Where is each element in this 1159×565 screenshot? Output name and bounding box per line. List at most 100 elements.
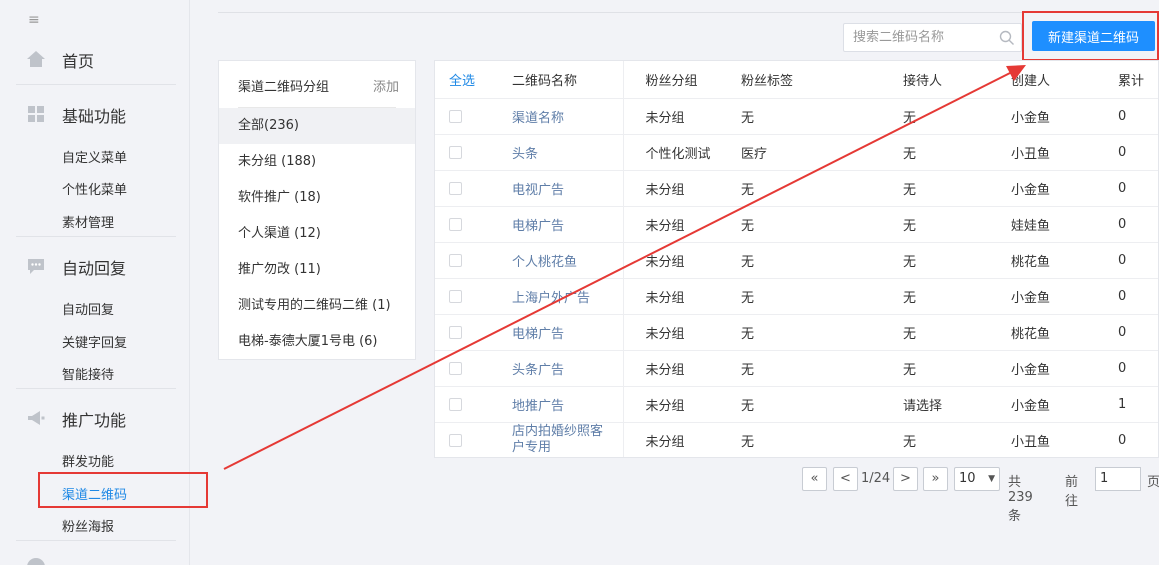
search-box[interactable] xyxy=(843,23,1022,52)
cell-name[interactable]: 上海户外广告 xyxy=(498,278,624,315)
cell-cumulative: 0 xyxy=(1108,206,1158,243)
cell-receptionist: 无 xyxy=(893,422,1001,457)
qrcode-name-link[interactable]: 地推广告 xyxy=(512,399,564,414)
row-checkbox[interactable] xyxy=(449,253,462,267)
group-item[interactable]: 推广勿改 (11) xyxy=(219,252,415,288)
row-checkbox-cell xyxy=(435,170,498,207)
sidebar-item-personal-menu[interactable]: 个性化菜单 xyxy=(62,179,127,198)
group-item[interactable]: 电梯-泰德大厦1号电 (6) xyxy=(219,324,415,360)
row-checkbox[interactable] xyxy=(449,109,462,123)
search-input[interactable] xyxy=(844,24,994,51)
cell-name[interactable]: 电梯广告 xyxy=(498,206,624,243)
row-checkbox[interactable] xyxy=(449,145,462,159)
cell-fan-group: 未分组 xyxy=(623,98,731,135)
page-size-value: 10 xyxy=(959,471,976,486)
search-icon[interactable] xyxy=(999,30,1015,46)
new-channel-qrcode-button[interactable]: 新建渠道二维码 xyxy=(1032,21,1155,51)
qrcode-name-link[interactable]: 电视广告 xyxy=(512,183,564,198)
row-checkbox[interactable] xyxy=(449,217,462,231)
group-item[interactable]: 个人渠道 (12) xyxy=(219,216,415,252)
sidebar-item-keyword-reply[interactable]: 关键字回复 xyxy=(62,332,127,351)
group-item[interactable]: 软件推广 (18) xyxy=(219,180,415,216)
qrcode-name-link[interactable]: 渠道名称 xyxy=(512,111,564,126)
prev-page-button[interactable]: < xyxy=(833,467,858,491)
next-page-button[interactable]: > xyxy=(893,467,918,491)
column-header-receptionist: 接待人 xyxy=(893,61,1001,99)
cell-receptionist: 无 xyxy=(893,134,1001,171)
add-group-link[interactable]: 添加 xyxy=(373,76,399,95)
table-row: 店内拍婚纱照客户专用 未分组无无小丑鱼 0 xyxy=(435,422,1158,457)
cell-cumulative: 0 xyxy=(1108,98,1158,135)
cell-receptionist: 请选择 xyxy=(893,386,1001,423)
cell-cumulative: 1 xyxy=(1108,386,1158,423)
cell-name[interactable]: 头条 xyxy=(498,134,624,171)
table-row: 上海户外广告 未分组无无小金鱼 0 xyxy=(435,278,1158,315)
cell-cumulative: 0 xyxy=(1108,170,1158,207)
cell-name[interactable]: 渠道名称 xyxy=(498,98,624,135)
divider xyxy=(16,388,176,389)
sidebar-item-custom-menu[interactable]: 自定义菜单 xyxy=(62,147,127,166)
cell-fan-tag: 无 xyxy=(731,278,893,315)
annotation-highlight-box xyxy=(38,472,208,508)
sidebar-section-promotion[interactable]: 推广功能 xyxy=(0,403,190,433)
row-checkbox-cell xyxy=(435,314,498,351)
qrcode-name-link[interactable]: 电梯广告 xyxy=(512,219,564,234)
cell-name[interactable]: 地推广告 xyxy=(498,386,624,423)
row-checkbox-cell xyxy=(435,134,498,171)
cell-name[interactable]: 头条广告 xyxy=(498,350,624,387)
page-size-select[interactable]: 10 ▼ xyxy=(954,467,1000,491)
row-checkbox[interactable] xyxy=(449,325,462,339)
sidebar-section-auto-reply[interactable]: 自动回复 xyxy=(0,251,190,281)
row-checkbox-cell xyxy=(435,242,498,279)
cell-name[interactable]: 店内拍婚纱照客户专用 xyxy=(498,422,624,457)
select-all-link[interactable]: 全选 xyxy=(435,61,498,99)
qrcode-name-link[interactable]: 个人桃花鱼 xyxy=(512,255,577,270)
table-row: 渠道名称 未分组无无小金鱼 0 xyxy=(435,98,1158,135)
cell-fan-group: 未分组 xyxy=(623,314,731,351)
goto-page-input[interactable]: 1 xyxy=(1095,467,1141,491)
sidebar-item-smart-reception[interactable]: 智能接待 xyxy=(62,364,114,383)
cell-name[interactable]: 电视广告 xyxy=(498,170,624,207)
qrcode-table-grid: 全选 二维码名称 粉丝分组 粉丝标签 接待人 创建人 累计 渠道名称 未分组无无小… xyxy=(435,61,1158,457)
qrcode-group-panel: 渠道二维码分组 添加 全部(236) 未分组 (188) 软件推广 (18) 个… xyxy=(218,60,416,360)
sidebar-item-auto-reply[interactable]: 自动回复 xyxy=(62,299,114,318)
row-checkbox[interactable] xyxy=(449,181,462,195)
cell-cumulative: 0 xyxy=(1108,134,1158,171)
qrcode-name-link[interactable]: 头条广告 xyxy=(512,363,564,378)
cell-creator: 小金鱼 xyxy=(1001,350,1108,387)
row-checkbox[interactable] xyxy=(449,289,462,303)
home-icon xyxy=(27,51,45,67)
group-item[interactable]: 未分组 (188) xyxy=(219,144,415,180)
last-page-button[interactable]: » xyxy=(923,467,948,491)
qrcode-name-link[interactable]: 电梯广告 xyxy=(512,327,564,342)
row-checkbox[interactable] xyxy=(449,361,462,375)
group-item-all[interactable]: 全部(236) xyxy=(219,108,415,144)
cell-fan-tag: 无 xyxy=(731,206,893,243)
cell-receptionist: 无 xyxy=(893,98,1001,135)
megaphone-icon xyxy=(28,411,45,425)
cell-fan-tag: 无 xyxy=(731,350,893,387)
menu-icon[interactable]: ≡ xyxy=(28,13,40,27)
cell-name[interactable]: 电梯广告 xyxy=(498,314,624,351)
qrcode-name-link[interactable]: 上海户外广告 xyxy=(512,291,590,306)
qrcode-name-link[interactable]: 头条 xyxy=(512,147,538,162)
cell-creator: 桃花鱼 xyxy=(1001,242,1108,279)
sidebar-section-basic[interactable]: 基础功能 xyxy=(0,99,190,129)
row-checkbox[interactable] xyxy=(449,397,462,411)
row-checkbox-cell xyxy=(435,350,498,387)
first-page-button[interactable]: « xyxy=(802,467,827,491)
row-checkbox[interactable] xyxy=(449,433,462,447)
sidebar-item-home[interactable]: 首页 xyxy=(0,44,190,74)
group-item[interactable]: 测试专用的二维码二维 (1) xyxy=(219,288,415,324)
cell-cumulative: 0 xyxy=(1108,314,1158,351)
table-row: 头条 个性化测试 医疗无小丑鱼 0 xyxy=(435,134,1158,171)
cell-name[interactable]: 个人桃花鱼 xyxy=(498,242,624,279)
cell-receptionist: 无 xyxy=(893,350,1001,387)
group-panel-title: 渠道二维码分组 xyxy=(238,80,330,95)
cell-receptionist: 无 xyxy=(893,170,1001,207)
sidebar-item-materials[interactable]: 素材管理 xyxy=(62,212,114,231)
caret-down-icon: ▼ xyxy=(988,474,995,484)
sidebar-item-mass-send[interactable]: 群发功能 xyxy=(62,451,114,470)
sidebar-item-fan-poster[interactable]: 粉丝海报 xyxy=(62,516,114,535)
qrcode-name-link[interactable]: 店内拍婚纱照客户专用 xyxy=(512,424,612,456)
